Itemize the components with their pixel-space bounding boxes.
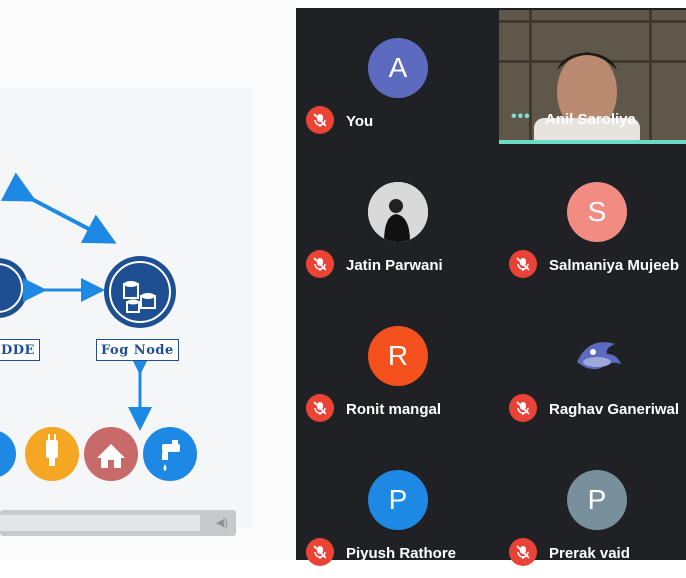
participant-name: Anil Saroliya xyxy=(545,111,636,128)
participant-name: Piyush Rathore xyxy=(346,545,457,562)
participant-tile[interactable]: P Piyush Rathore xyxy=(296,440,491,578)
diagonal-arrow xyxy=(0,172,117,244)
avatar: P xyxy=(368,470,428,530)
left-node-label: DDE xyxy=(0,339,40,361)
video-tile[interactable]: ••• Anil Saroliya xyxy=(499,10,686,144)
fog-node-label: Fog Node xyxy=(96,339,179,361)
participant-tile[interactable]: P Prerak vaid xyxy=(499,440,686,578)
avatar-logo xyxy=(567,326,627,386)
participant-tile[interactable]: A You xyxy=(296,8,491,146)
avatar: A xyxy=(368,38,428,98)
more-options-icon[interactable]: ••• xyxy=(511,108,531,126)
participant-tile[interactable]: R Ronit mangal xyxy=(296,296,491,434)
fog-diagram xyxy=(0,172,197,481)
left-node-icon xyxy=(0,258,28,318)
participant-name: Salmaniya Mujeeb xyxy=(549,257,680,274)
avatar: P xyxy=(567,470,627,530)
faucet-icon xyxy=(143,427,197,481)
home-icon xyxy=(84,427,138,481)
participant-tile[interactable]: S Salmaniya Mujeeb xyxy=(499,152,686,290)
mic-off-icon xyxy=(509,538,537,566)
mic-off-icon xyxy=(509,250,537,278)
media-scrubber[interactable]: ◀) xyxy=(0,510,236,536)
participant-name: Jatin Parwani xyxy=(346,257,443,274)
fog-node-icon xyxy=(104,256,176,328)
participants-grid: A You ••• Anil Saroliya Jatin Parwani S xyxy=(296,8,686,566)
scrubber-track[interactable] xyxy=(0,515,200,531)
avatar: S xyxy=(567,182,627,242)
mic-off-icon xyxy=(306,106,334,134)
participant-name: Raghav Ganeriwal xyxy=(549,401,680,418)
participant-tile[interactable]: Raghav Ganeriwal xyxy=(499,296,686,434)
mic-off-icon xyxy=(509,394,537,422)
avatar: R xyxy=(368,326,428,386)
participant-name: Ronit mangal xyxy=(346,401,442,418)
presentation-pane: DDE Fog Node ◀) xyxy=(0,0,296,560)
volume-icon[interactable]: ◀) xyxy=(216,516,228,529)
avatar-photo xyxy=(368,182,428,242)
mic-off-icon xyxy=(306,394,334,422)
participant-name: You xyxy=(346,113,374,130)
device-icon-partial xyxy=(0,431,16,477)
mic-off-icon xyxy=(306,538,334,566)
participant-name: Prerak vaid xyxy=(549,545,630,562)
mic-off-icon xyxy=(306,250,334,278)
participant-tile[interactable]: Jatin Parwani xyxy=(296,152,491,290)
slide: DDE Fog Node xyxy=(0,88,252,528)
plug-icon xyxy=(25,427,79,481)
